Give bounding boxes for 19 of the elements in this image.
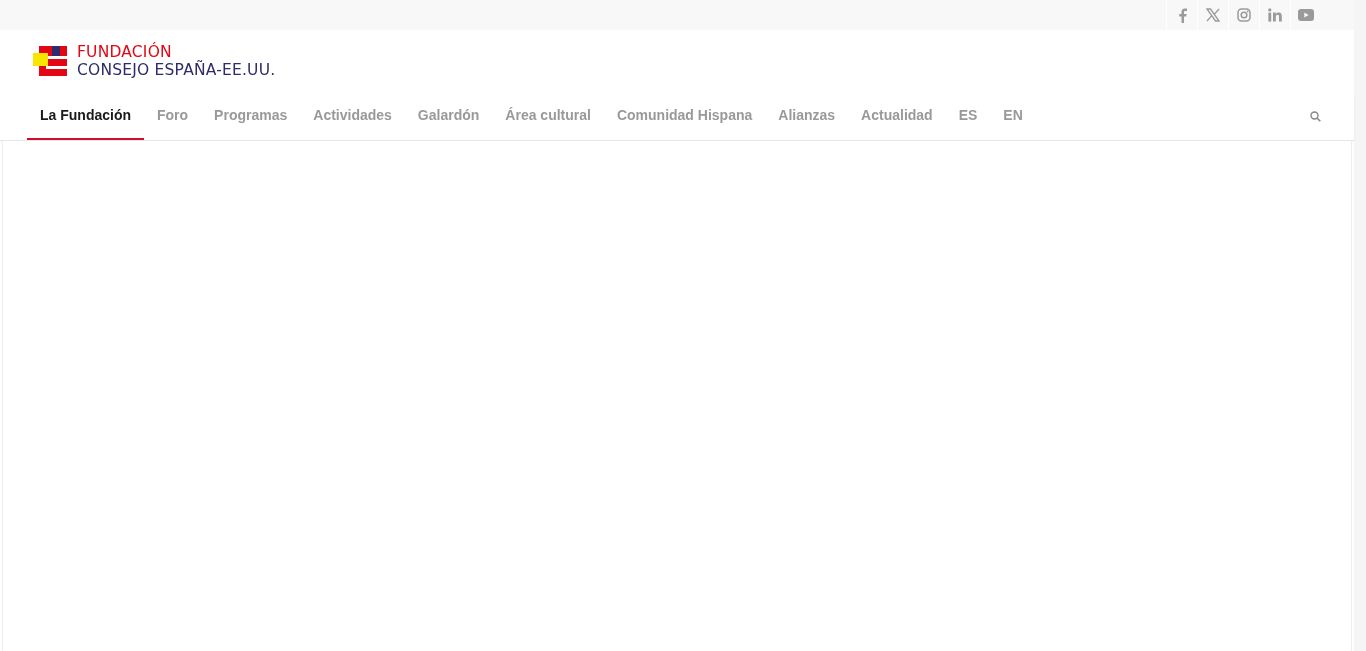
nav-link[interactable]: Comunidad Hispana [603, 92, 766, 140]
nav-link[interactable]: EN [990, 92, 1036, 140]
nav-link[interactable]: ES [945, 92, 991, 140]
nav-link[interactable]: Foro [144, 92, 202, 140]
nav-link[interactable]: Actividades [300, 92, 405, 140]
youtube-icon[interactable] [1298, 9, 1314, 21]
nav-link[interactable]: Galardón [404, 92, 493, 140]
instagram-icon[interactable] [1237, 8, 1251, 22]
logo-icon [33, 46, 67, 76]
nav-link[interactable]: Área cultural [492, 92, 604, 140]
linkedin-icon[interactable] [1268, 8, 1282, 22]
logo-text: CONSEJO ESPAÑA-EE.UU. [77, 61, 276, 79]
nav-link[interactable]: Actualidad [848, 92, 946, 140]
facebook-icon[interactable] [1177, 7, 1187, 23]
x-icon[interactable] [1206, 8, 1220, 22]
nav-link[interactable]: Alianzas [765, 92, 849, 140]
search-icon[interactable] [1310, 110, 1321, 122]
logo-text: FUNDACIÓN [77, 43, 172, 61]
nav-link[interactable]: Programas [201, 92, 301, 140]
